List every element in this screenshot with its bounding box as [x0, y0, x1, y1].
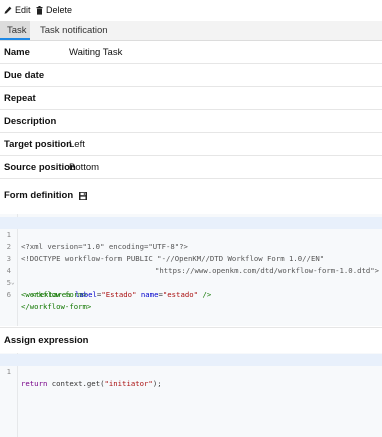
- save-icon[interactable]: [79, 191, 88, 200]
- code-text: </workflow-form>: [21, 302, 92, 311]
- pencil-icon: [4, 6, 12, 14]
- section-divider: [0, 327, 382, 328]
- code-token-tag: <textarea: [31, 290, 71, 299]
- code-token-keyword: return: [21, 379, 48, 388]
- assign-expression-editor[interactable]: 1 return context.get("initiator");: [0, 353, 382, 437]
- property-row-description: Description: [0, 110, 382, 133]
- code-text: return context.get("initiator");: [21, 378, 162, 390]
- property-row-due-date: Due date: [0, 64, 382, 87]
- property-label: Name: [4, 47, 30, 58]
- property-value-target-position[interactable]: Left: [69, 139, 85, 150]
- property-row-name: Name Waiting Task: [0, 41, 382, 64]
- code-line: 1 return context.get("initiator");: [0, 354, 382, 388]
- toolbar: Edit Delete: [0, 0, 382, 21]
- code-token-attr: label: [74, 290, 97, 299]
- code-token-string: "Estado": [101, 290, 137, 299]
- code-token-string: "estado": [162, 290, 199, 299]
- property-label: Repeat: [4, 93, 36, 104]
- code-token-end: );: [152, 379, 162, 388]
- code-line: 6 </workflow-form>: [0, 277, 382, 311]
- code-line: 4 ⌄ <workflow-form>: [0, 253, 382, 299]
- form-definition-title: Form definition: [4, 190, 74, 201]
- property-label: Source position: [4, 162, 76, 173]
- code-line: 5 <textarea label="Estado" name="estado"…: [0, 265, 382, 299]
- delete-button-label: Delete: [46, 5, 73, 15]
- assign-expression-header: Assign expression: [4, 335, 88, 346]
- code-line: 1 <?xml version="1.0" encoding="UTF-8"?>: [0, 217, 382, 251]
- line-number: 6: [6, 290, 11, 299]
- property-row-target-position: Target position Left: [0, 133, 382, 156]
- code-token-expression: context.get(: [51, 379, 105, 388]
- property-value-source-position[interactable]: Bottom: [69, 162, 99, 173]
- property-value-name[interactable]: Waiting Task: [69, 47, 122, 58]
- property-label: Description: [4, 116, 57, 127]
- property-row-repeat: Repeat: [0, 87, 382, 110]
- code-token-string: "initiator": [104, 379, 153, 388]
- trash-icon: [36, 5, 43, 15]
- code-line: 2 <!DOCTYPE workflow-form PUBLIC "-//Ope…: [0, 229, 382, 263]
- edit-button[interactable]: Edit: [4, 4, 31, 16]
- code-token-attr: name: [140, 290, 159, 299]
- code-line: 3 "https://www.openkm.com/dtd/workflow-f…: [0, 241, 382, 275]
- property-label: Due date: [4, 70, 45, 81]
- tab-task-notification[interactable]: Task notification: [40, 21, 108, 40]
- tab-bar: Task Task notification: [0, 21, 382, 41]
- line-number: 1: [6, 367, 11, 376]
- delete-button[interactable]: Delete: [36, 4, 72, 16]
- form-definition-header: Form definition: [4, 190, 88, 201]
- form-definition-editor[interactable]: 1 <?xml version="1.0" encoding="UTF-8"?>…: [0, 214, 382, 326]
- tab-task[interactable]: Task: [0, 21, 30, 40]
- property-row-source-position: Source position Bottom: [0, 156, 382, 179]
- edit-button-label: Edit: [15, 5, 31, 15]
- assign-expression-title: Assign expression: [4, 335, 89, 346]
- code-text: <textarea label="Estado" name="estado" /…: [31, 290, 212, 299]
- property-label: Target position: [4, 139, 72, 150]
- code-token-tag: />: [202, 290, 212, 299]
